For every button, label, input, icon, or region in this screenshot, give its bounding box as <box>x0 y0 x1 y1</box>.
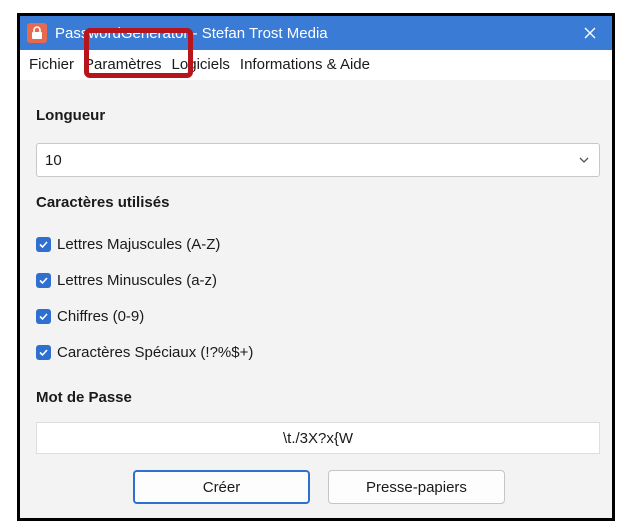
length-label: Longueur <box>36 107 106 124</box>
checkbox-special[interactable]: Caractères Spéciaux (!?%$+) <box>36 344 253 361</box>
checkmark-icon <box>36 237 51 252</box>
checkbox-label: Lettres Majuscules (A-Z) <box>57 236 221 253</box>
lock-icon <box>27 23 47 43</box>
chevron-down-icon <box>579 157 589 163</box>
menu-parametres[interactable]: Paramètres <box>79 50 167 80</box>
password-value: \t./3X?x{W <box>282 429 354 447</box>
menu-logiciels[interactable]: Logiciels <box>167 50 235 80</box>
password-label: Mot de Passe <box>36 389 132 406</box>
checkbox-lowercase[interactable]: Lettres Minuscules (a-z) <box>36 272 217 289</box>
menu-fichier[interactable]: Fichier <box>24 50 79 80</box>
checkbox-label: Caractères Spéciaux (!?%$+) <box>57 344 254 361</box>
checkbox-uppercase[interactable]: Lettres Majuscules (A-Z) <box>36 236 220 253</box>
characters-label: Caractères utilisés <box>36 194 170 211</box>
clipboard-button[interactable]: Presse-papiers <box>328 470 505 504</box>
create-button[interactable]: Créer <box>133 470 310 504</box>
checkmark-icon <box>36 273 51 288</box>
checkbox-label: Chiffres (0-9) <box>57 308 145 325</box>
checkbox-digits[interactable]: Chiffres (0-9) <box>36 308 144 325</box>
length-select[interactable]: 10 <box>36 143 600 177</box>
close-icon[interactable] <box>578 21 602 45</box>
app-window: PasswordGenerator - Stefan Trost Media F… <box>17 13 615 521</box>
length-value: 10 <box>45 151 62 169</box>
checkmark-icon <box>36 309 51 324</box>
menu-informations-aide[interactable]: Informations & Aide <box>235 50 375 80</box>
password-field[interactable]: \t./3X?x{W <box>36 422 600 454</box>
title-bar: PasswordGenerator - Stefan Trost Media <box>20 16 612 50</box>
checkmark-icon <box>36 345 51 360</box>
menu-bar: Fichier Paramètres Logiciels Information… <box>20 50 612 80</box>
checkbox-label: Lettres Minuscules (a-z) <box>57 272 218 289</box>
window-title: PasswordGenerator - Stefan Trost Media <box>55 24 328 42</box>
